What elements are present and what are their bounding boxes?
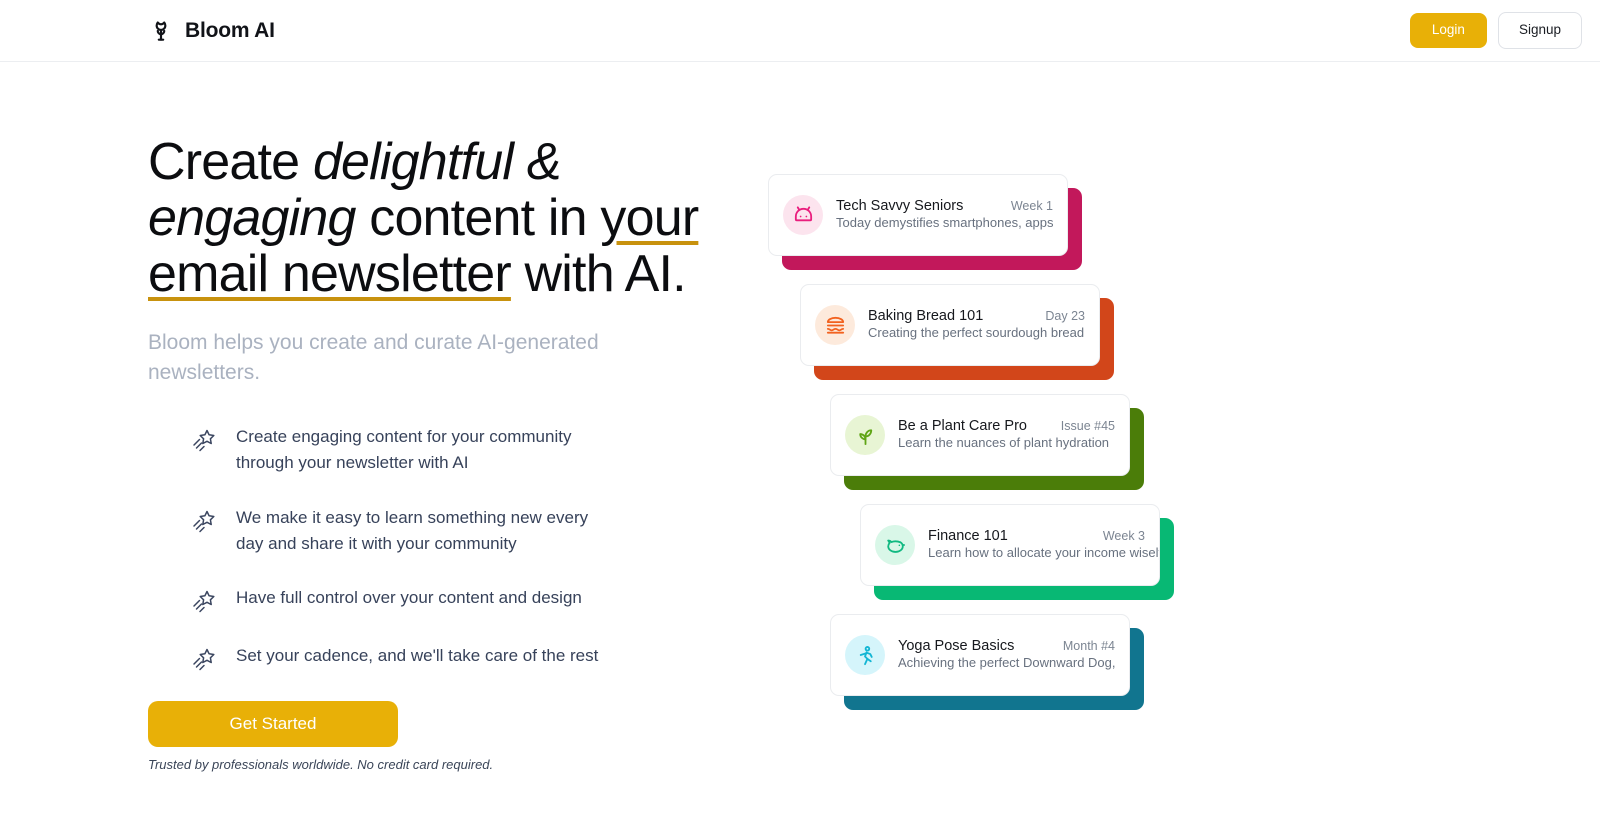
card-meta-badge: Week 1 bbox=[1010, 199, 1053, 213]
card-avatar bbox=[783, 195, 823, 235]
card-body: Finance 101 Week 3 Learn how to allocate… bbox=[928, 528, 1159, 562]
page-title: Create delightful & engaging content in … bbox=[148, 133, 708, 304]
card-header-row: Baking Bread 101 Day 23 bbox=[868, 308, 1085, 324]
site-header: Bloom AI Login Signup bbox=[0, 0, 1600, 62]
card-body: Yoga Pose Basics Month #4 Achieving the … bbox=[898, 638, 1116, 672]
hero-subtitle: Bloom helps you create and curate AI-gen… bbox=[148, 331, 599, 385]
card-row: Yoga Pose Basics Month #4 Achieving the … bbox=[830, 614, 1188, 724]
card-header-row: Yoga Pose Basics Month #4 bbox=[898, 638, 1115, 654]
card-title: Tech Savvy Seniors bbox=[836, 198, 964, 214]
feature-label: Have full control over your content and … bbox=[236, 588, 582, 608]
shooting-star-icon bbox=[190, 507, 218, 535]
feature-item: Have full control over your content and … bbox=[148, 585, 768, 615]
card-row: Baking Bread 101 Day 23 Creating the per… bbox=[800, 284, 1188, 394]
card-avatar bbox=[845, 635, 885, 675]
card-meta-badge: Day 23 bbox=[1045, 309, 1085, 323]
trust-text: Trusted by professionals worldwide. No c… bbox=[148, 757, 494, 773]
headline-part2: content in bbox=[355, 189, 601, 248]
card-description: Today demystifies smartphones, apps bbox=[836, 215, 1054, 230]
main-content: Create delightful & engaging content in … bbox=[0, 62, 1600, 772]
feature-list: Create engaging content for your communi… bbox=[148, 424, 768, 673]
brand-name: Bloom AI bbox=[185, 18, 275, 42]
get-started-button[interactable]: Get Started bbox=[148, 701, 398, 748]
card-title: Yoga Pose Basics bbox=[898, 638, 1015, 654]
newsletter-card[interactable]: Yoga Pose Basics Month #4 Achieving the … bbox=[830, 614, 1130, 696]
shooting-star-icon bbox=[190, 426, 218, 454]
card-avatar bbox=[815, 305, 855, 345]
card-header-row: Be a Plant Care Pro Issue #45 bbox=[898, 418, 1115, 434]
header-actions: Login Signup bbox=[1409, 12, 1582, 49]
card-title: Finance 101 bbox=[928, 528, 1008, 544]
newsletter-card[interactable]: Baking Bread 101 Day 23 Creating the per… bbox=[800, 284, 1100, 366]
robot-android-icon bbox=[794, 205, 812, 221]
card-row: Tech Savvy Seniors Week 1 Today demystif… bbox=[768, 174, 1188, 284]
cta-section: Get Started Trusted by professionals wor… bbox=[148, 701, 768, 772]
headline-part1: Create bbox=[148, 133, 313, 191]
signup-button[interactable]: Signup bbox=[1497, 12, 1582, 49]
feature-item: Set your cadence, and we'll take care of… bbox=[148, 643, 768, 673]
feature-item: We make it easy to learn something new e… bbox=[148, 505, 768, 558]
shooting-star-icon bbox=[190, 587, 218, 615]
card-avatar bbox=[845, 415, 885, 455]
card-meta-badge: Week 3 bbox=[1102, 529, 1145, 543]
brand-logo-group[interactable]: Bloom AI bbox=[148, 18, 275, 44]
card-meta-badge: Month #4 bbox=[1062, 639, 1115, 653]
feature-label: Set your cadence, and we'll take care of… bbox=[236, 646, 599, 666]
plant-seedling-icon bbox=[858, 428, 872, 445]
card-avatar bbox=[875, 525, 915, 565]
card-row: Finance 101 Week 3 Learn how to allocate… bbox=[860, 504, 1188, 614]
feature-label: Create engaging content for your communi… bbox=[236, 427, 572, 473]
card-header-row: Finance 101 Week 3 bbox=[928, 528, 1145, 544]
login-button[interactable]: Login bbox=[1409, 13, 1487, 48]
headline-part3: with AI. bbox=[510, 245, 687, 304]
card-body: Baking Bread 101 Day 23 Creating the per… bbox=[868, 308, 1085, 342]
card-description: Learn how to allocate your income wisely bbox=[928, 545, 1160, 560]
newsletter-card[interactable]: Finance 101 Week 3 Learn how to allocate… bbox=[860, 504, 1160, 586]
piggy-bank-icon bbox=[886, 539, 905, 553]
feature-label: We make it easy to learn something new e… bbox=[236, 507, 589, 554]
card-description: Creating the perfect sourdough bread bbox=[868, 325, 1085, 340]
card-description: Learn the nuances of plant hydration bbox=[898, 435, 1110, 450]
newsletter-card[interactable]: Tech Savvy Seniors Week 1 Today demystif… bbox=[768, 174, 1068, 256]
yoga-person-icon bbox=[859, 645, 873, 665]
card-title: Be a Plant Care Pro bbox=[898, 418, 1027, 434]
burger-bread-icon bbox=[826, 316, 844, 334]
newsletter-card-stack: Tech Savvy Seniors Week 1 Today demystif… bbox=[768, 174, 1188, 724]
tulip-flower-icon bbox=[148, 18, 174, 44]
card-body: Tech Savvy Seniors Week 1 Today demystif… bbox=[836, 198, 1054, 232]
card-title: Baking Bread 101 bbox=[868, 308, 984, 324]
hero-right-column: Tech Savvy Seniors Week 1 Today demystif… bbox=[768, 134, 1600, 754]
feature-item: Create engaging content for your communi… bbox=[148, 424, 768, 477]
card-meta-badge: Issue #45 bbox=[1060, 419, 1115, 433]
newsletter-card[interactable]: Be a Plant Care Pro Issue #45 Learn the … bbox=[830, 394, 1130, 476]
shooting-star-icon bbox=[190, 645, 218, 673]
hero-left-column: Create delightful & engaging content in … bbox=[148, 134, 768, 772]
card-body: Be a Plant Care Pro Issue #45 Learn the … bbox=[898, 418, 1115, 452]
card-description: Achieving the perfect Downward Dog, bbox=[898, 655, 1116, 670]
card-header-row: Tech Savvy Seniors Week 1 bbox=[836, 198, 1053, 214]
card-row: Be a Plant Care Pro Issue #45 Learn the … bbox=[830, 394, 1188, 504]
